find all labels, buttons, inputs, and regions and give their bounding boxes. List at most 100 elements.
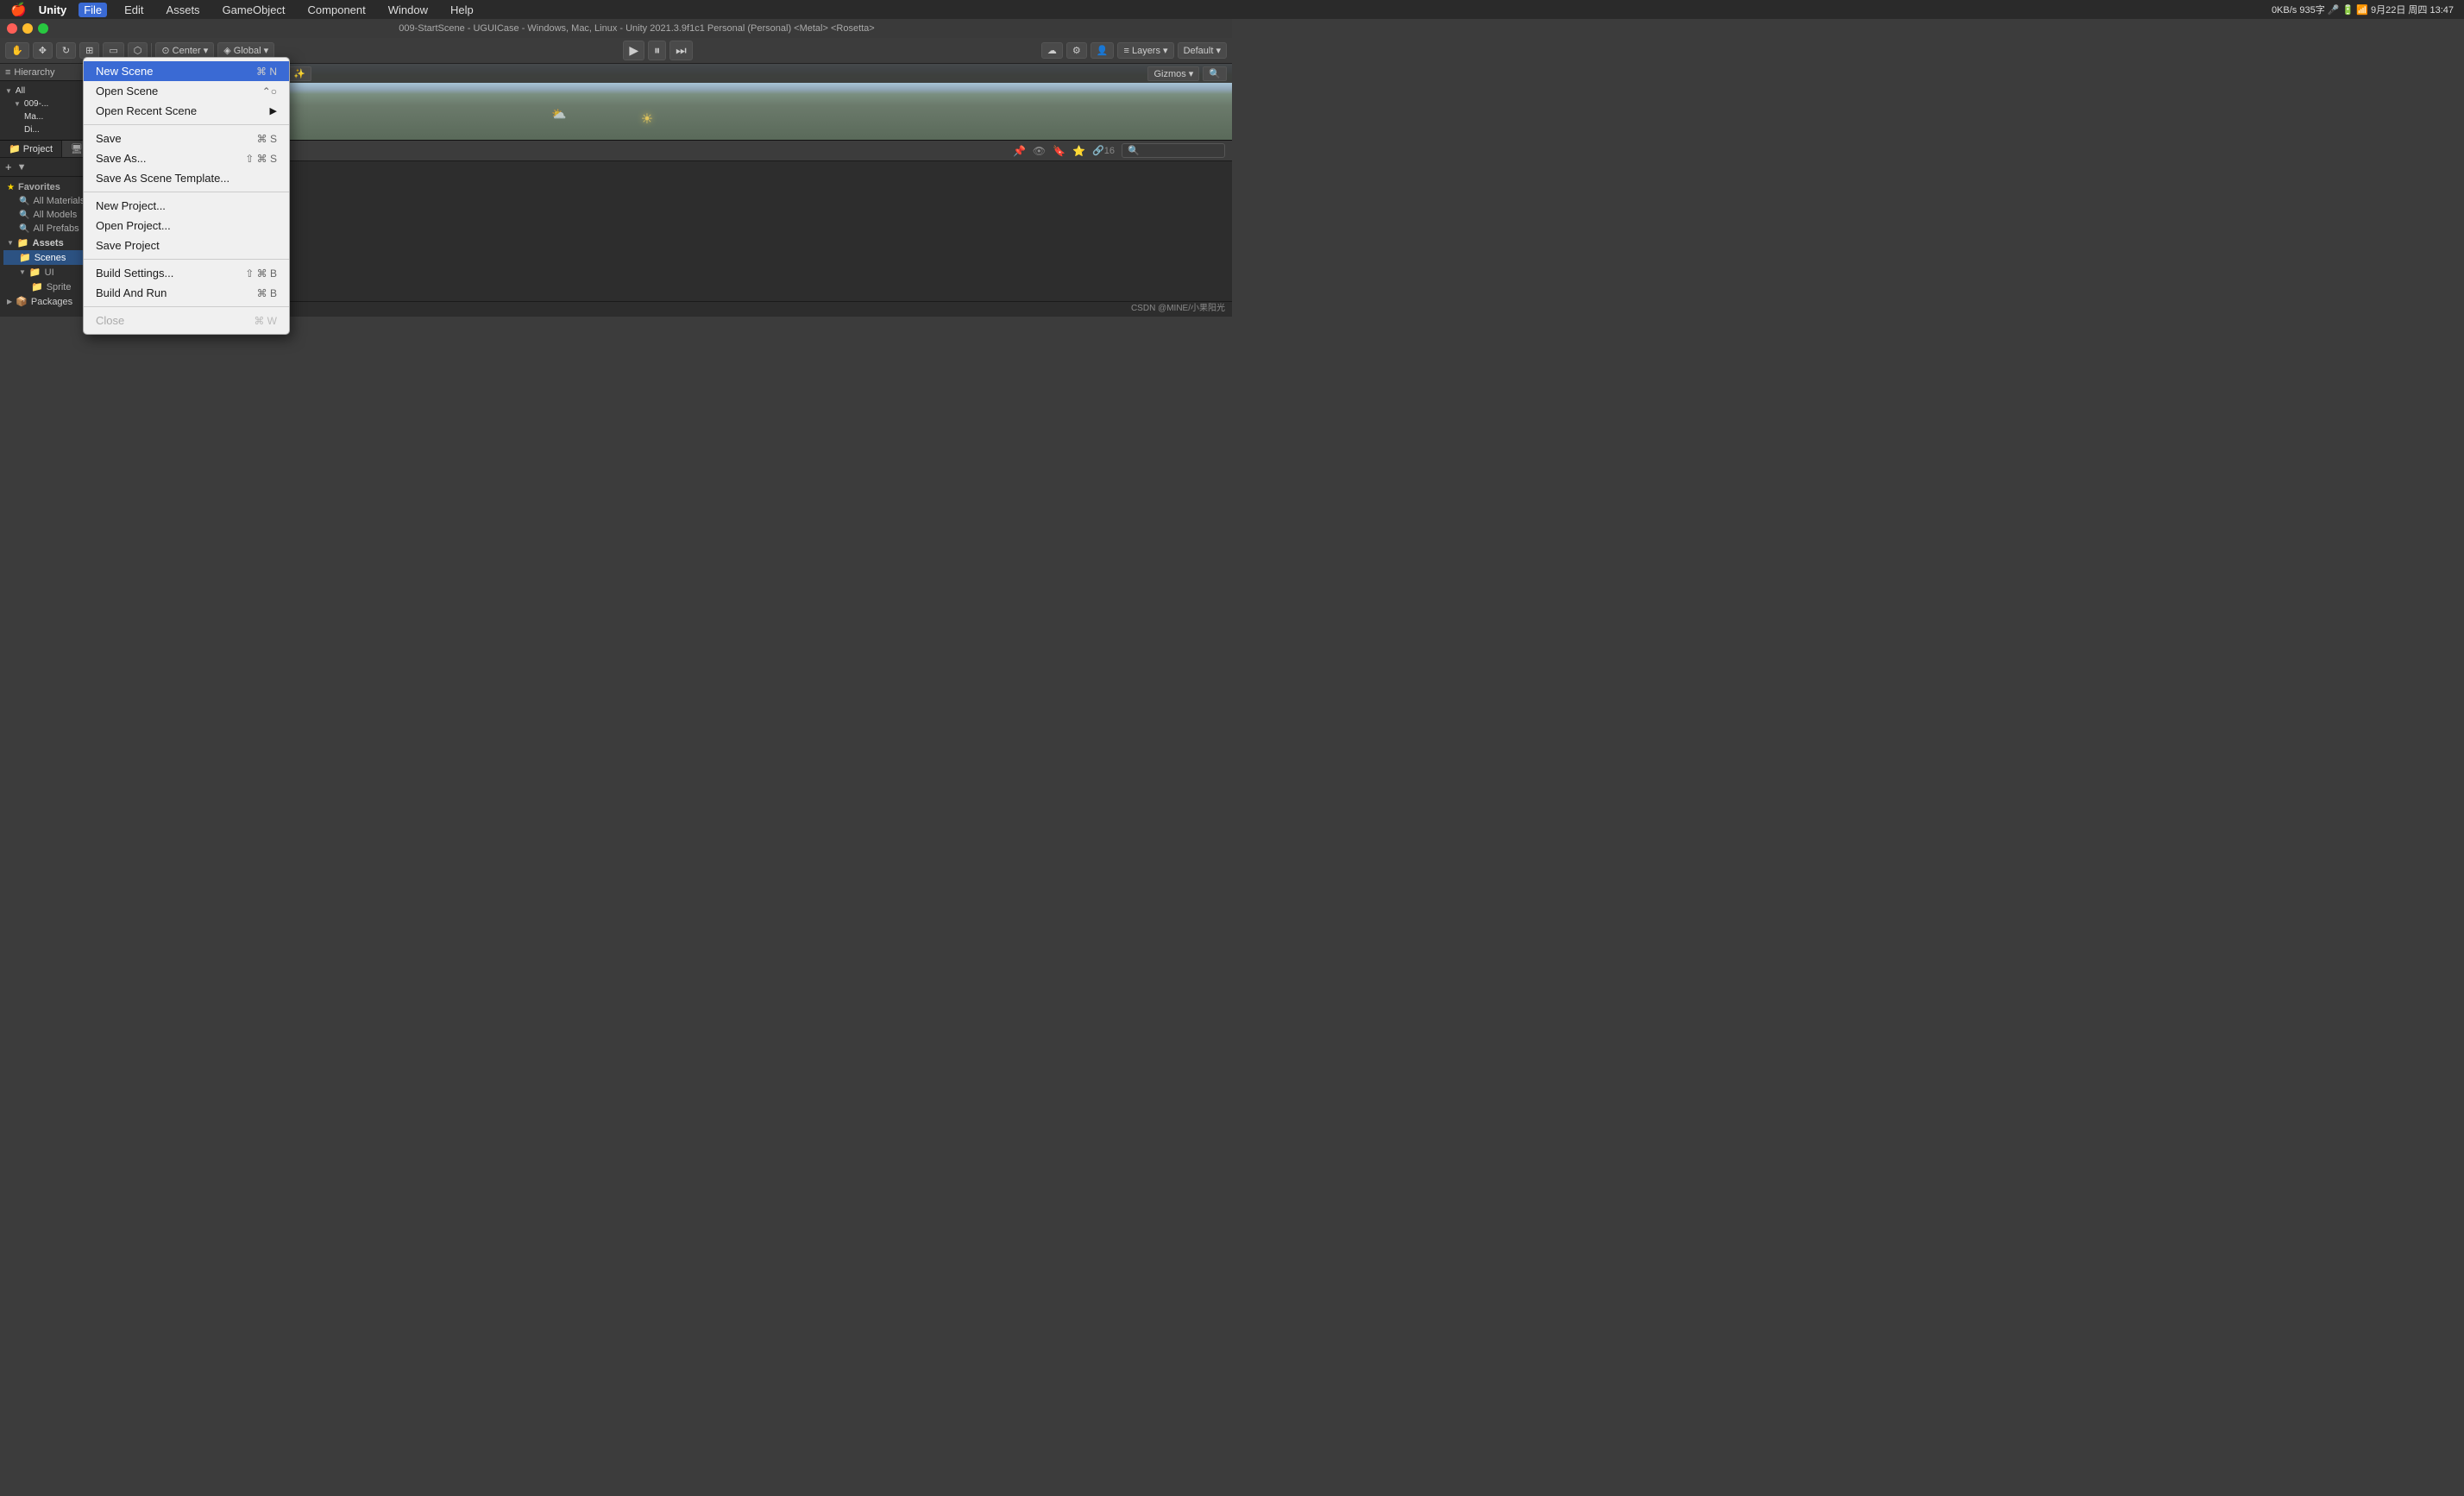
layers-btn[interactable]: ≡ Layers ▾ — [1117, 42, 1173, 59]
search-icon: 🔍 — [19, 197, 29, 206]
hier-all-label: All — [16, 86, 25, 96]
open-scene-label: Open Scene — [96, 85, 158, 97]
asset-grid: ✓ SampleSc... — [173, 161, 1232, 301]
sep-4 — [84, 306, 289, 307]
search-icon-asset: 🔍 — [1128, 145, 1140, 156]
build-run-label: Build And Run — [96, 286, 167, 299]
new-project-item[interactable]: New Project... — [84, 196, 289, 216]
build-settings-shortcut: ⇧ ⌘ B — [245, 267, 277, 280]
step-button[interactable]: ⏭ — [669, 41, 693, 60]
open-recent-scene-item[interactable]: Open Recent Scene ▶ — [84, 101, 289, 121]
unity-title-bar: 009-StartScene - UGUICase - Windows, Mac… — [0, 19, 1232, 38]
scenes-label: Scenes — [35, 253, 66, 263]
open-recent-label: Open Recent Scene — [96, 104, 197, 117]
sprite-label: Sprite — [47, 282, 72, 292]
asset-toolbar: Assets > Scenes 📌 👁 🔖 ⭐ 🔗16 🔍 — [173, 141, 1232, 161]
save-shortcut: ⌘ S — [257, 133, 277, 145]
rotate-tool[interactable]: ↻ — [56, 42, 76, 59]
add-asset-btn[interactable]: + — [5, 160, 12, 173]
mac-left-menus: 🍎 Unity File Edit Assets GameObject Comp… — [10, 2, 479, 17]
new-scene-shortcut: ⌘ N — [256, 66, 277, 78]
toolbar-arrow-btn[interactable]: ▼ — [17, 162, 27, 173]
favorites-icon[interactable]: 📌 — [1013, 145, 1026, 157]
all-prefabs-label: All Prefabs — [33, 223, 79, 234]
toolbar-sep-1 — [151, 43, 152, 59]
layout-btn[interactable]: Default ▾ — [1178, 42, 1227, 59]
packages-folder-icon: 📦 — [16, 296, 28, 307]
play-button[interactable]: ▶ — [623, 41, 644, 60]
window-menu-item[interactable]: Window — [383, 3, 433, 17]
move-tool[interactable]: ✥ — [33, 42, 53, 59]
save-project-item[interactable]: Save Project — [84, 236, 289, 255]
console-tab-icon: 🖥 — [71, 144, 83, 154]
star-icon: ★ — [7, 183, 15, 192]
save-as-label: Save As... — [96, 152, 147, 165]
star-btn[interactable]: ⭐ — [1072, 145, 1085, 157]
project-tab[interactable]: 📁 Project — [0, 141, 62, 157]
sep-1 — [84, 124, 289, 125]
build-run-shortcut: ⌘ B — [257, 287, 277, 299]
open-project-item[interactable]: Open Project... — [84, 216, 289, 236]
close-shortcut: ⌘ W — [254, 315, 277, 327]
packages-arrow: ▶ — [7, 298, 12, 305]
save-label: Save — [96, 132, 122, 145]
hier-dir-label: Di... — [24, 125, 40, 135]
window-title: 009-StartScene - UGUICase - Windows, Mac… — [48, 23, 1225, 34]
component-menu-item[interactable]: Component — [303, 3, 371, 17]
app-name[interactable]: Unity — [39, 3, 67, 16]
save-as-shortcut: ⇧ ⌘ S — [245, 153, 277, 165]
build-settings-item[interactable]: Build Settings... ⇧ ⌘ B — [84, 263, 289, 283]
help-menu-item[interactable]: Help — [445, 3, 479, 17]
maximize-button[interactable] — [38, 23, 48, 34]
hand-tool[interactable]: ✋ — [5, 42, 29, 59]
search-icon-3: 🔍 — [19, 224, 29, 234]
system-status: 0KB/s 935字 🎤 🔋 📶 9月22日 周四 13:47 — [2272, 3, 2454, 16]
account-btn[interactable]: 👤 — [1091, 42, 1115, 59]
close-label: Close — [96, 314, 124, 327]
project-tab-icon: 📁 — [9, 144, 21, 154]
new-scene-item[interactable]: New Scene ⌘ N — [84, 61, 289, 81]
sprite-folder-icon: 📁 — [31, 281, 43, 292]
pause-button[interactable]: ⏸ — [648, 41, 666, 60]
scenes-folder-icon: 📁 — [19, 252, 31, 263]
open-scene-item[interactable]: Open Scene ⌃○ — [84, 81, 289, 101]
window-controls — [7, 23, 48, 34]
gizmos-btn[interactable]: Gizmos ▾ — [1147, 66, 1199, 81]
assets-menu-item[interactable]: Assets — [161, 3, 205, 17]
filter-btn[interactable]: 🔖 — [1053, 145, 1065, 157]
hierarchy-title: Hierarchy — [14, 67, 54, 78]
view-toggle-btn[interactable]: 👁 — [1033, 145, 1046, 157]
save-as-item[interactable]: Save As... ⇧ ⌘ S — [84, 148, 289, 168]
project-tab-label: Project — [23, 144, 53, 154]
ui-arrow: ▼ — [19, 268, 26, 276]
services-btn[interactable]: ⚙ — [1066, 42, 1087, 59]
apple-icon[interactable]: 🍎 — [10, 2, 27, 17]
favorites-label: Favorites — [18, 182, 60, 192]
minimize-button[interactable] — [22, 23, 33, 34]
mac-system-bar: 🍎 Unity File Edit Assets GameObject Comp… — [0, 0, 2464, 19]
all-materials-label: All Materials — [33, 196, 85, 206]
hier-main-label: Ma... — [24, 112, 43, 122]
sep-3 — [84, 259, 289, 260]
ui-label: UI — [45, 267, 54, 278]
build-run-item[interactable]: Build And Run ⌘ B — [84, 283, 289, 303]
zoom-bar: 🔍 — [173, 301, 1232, 317]
save-as-template-item[interactable]: Save As Scene Template... — [84, 168, 289, 188]
new-scene-label: New Scene — [96, 65, 153, 78]
fx2-btn[interactable]: ✨ — [287, 66, 311, 81]
packages-label: Packages — [31, 297, 72, 307]
gameobject-menu-item[interactable]: GameObject — [217, 3, 291, 17]
watermark: CSDN @MINE/小果阳光 — [1131, 300, 1225, 313]
file-menu-item[interactable]: File — [79, 3, 107, 17]
save-item[interactable]: Save ⌘ S — [84, 129, 289, 148]
close-item[interactable]: Close ⌘ W — [84, 311, 289, 330]
edit-menu-item[interactable]: Edit — [119, 3, 148, 17]
close-button[interactable] — [7, 23, 17, 34]
search-scene-btn[interactable]: 🔍 — [1203, 66, 1227, 81]
hier-scene-label: 009-... — [24, 99, 48, 109]
open-recent-arrow: ▶ — [270, 105, 277, 116]
assets-label: Assets — [33, 238, 64, 248]
all-models-label: All Models — [33, 210, 77, 220]
collab-btn[interactable]: ☁ — [1041, 42, 1063, 59]
file-dropdown-menu: New Scene ⌘ N Open Scene ⌃○ Open Recent … — [83, 57, 290, 335]
